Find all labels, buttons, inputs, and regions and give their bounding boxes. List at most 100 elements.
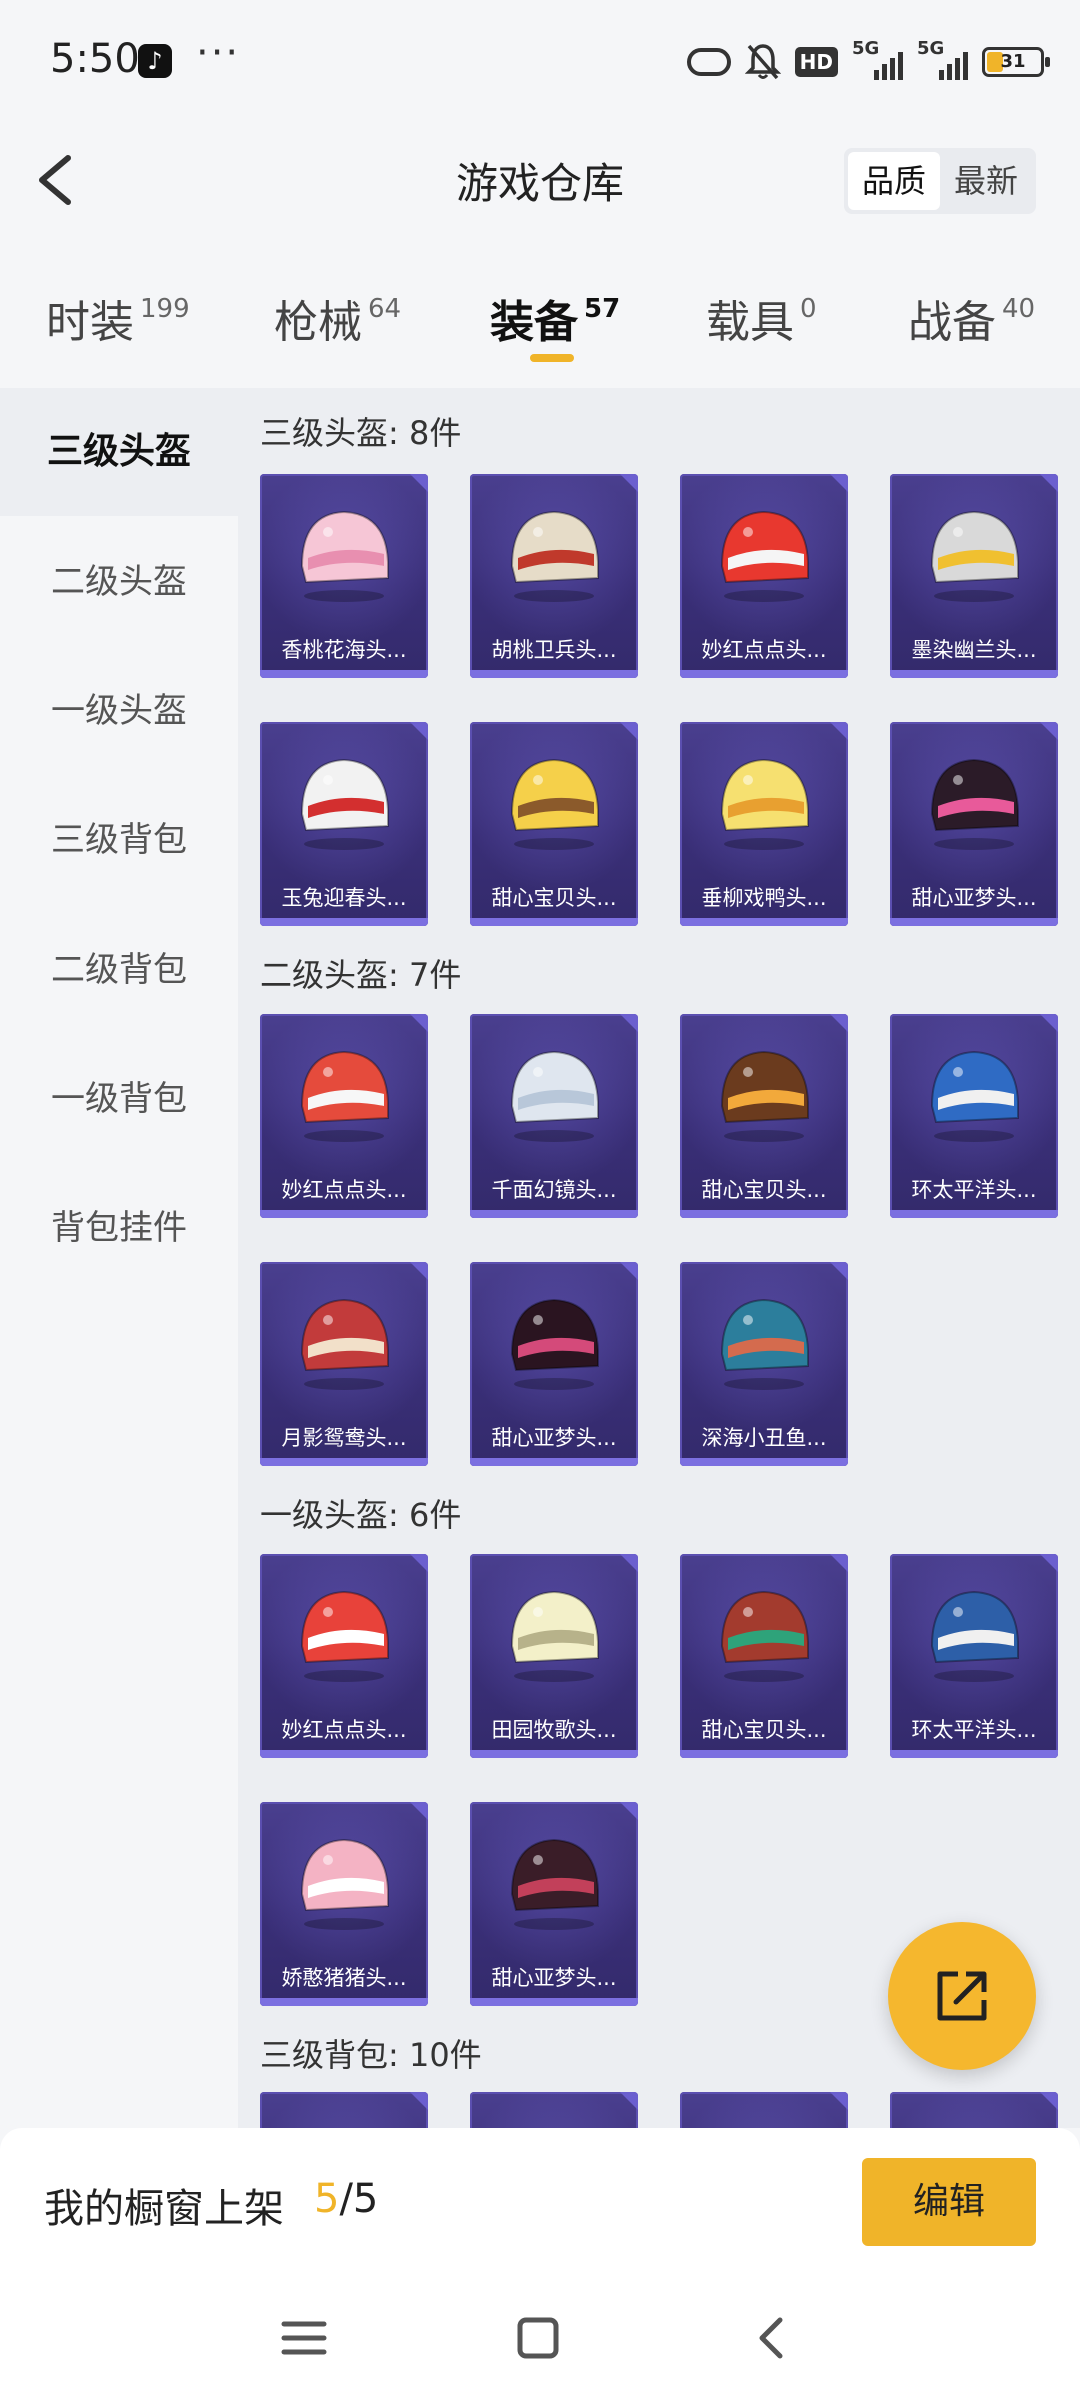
signal-icon: 5G bbox=[852, 38, 903, 80]
helmet-icon bbox=[930, 510, 1019, 602]
sidebar-item-lv2-helmet[interactable]: 二级头盔 bbox=[0, 518, 238, 646]
item-name: 玉兔迎春头... bbox=[281, 886, 407, 910]
tab-guns[interactable]: 枪械 64 bbox=[274, 286, 401, 350]
item-name: 田园牧歌头... bbox=[491, 1718, 617, 1742]
status-more-dots: ··· bbox=[196, 30, 241, 76]
helmet-icon bbox=[300, 1050, 389, 1142]
item-card[interactable]: 垂柳戏鸭头... bbox=[680, 722, 848, 926]
item-card[interactable] bbox=[260, 2092, 428, 2128]
status-icons: HD 5G 5G 31 bbox=[686, 38, 1050, 84]
item-name: 娇憨猪猪头... bbox=[281, 1966, 407, 1990]
home-square-icon bbox=[517, 2317, 559, 2359]
helmet-icon bbox=[300, 510, 389, 602]
item-name: 胡桃卫兵头... bbox=[491, 638, 617, 662]
item-card[interactable]: 甜心亚梦头... bbox=[470, 1802, 638, 2006]
system-nav-bar bbox=[0, 2278, 1080, 2403]
item-card[interactable]: 甜心宝贝头... bbox=[680, 1554, 848, 1758]
tab-equipment[interactable]: 装备 57 bbox=[490, 286, 620, 350]
share-fab-button[interactable] bbox=[888, 1922, 1036, 2070]
item-card[interactable]: 胡桃卫兵头... bbox=[470, 474, 638, 678]
item-card[interactable] bbox=[470, 2092, 638, 2128]
system-back-button[interactable] bbox=[742, 2308, 802, 2368]
menu-button[interactable] bbox=[274, 2308, 334, 2368]
battery-icon: 31 bbox=[982, 47, 1050, 77]
item-card[interactable]: 妙红点点头... bbox=[260, 1014, 428, 1218]
item-name: 妙红点点头... bbox=[701, 638, 827, 662]
category-tabs: 时装 199 枪械 64 装备 57 载具 0 战备 40 bbox=[0, 250, 1080, 380]
helmet-icon bbox=[300, 1590, 389, 1682]
item-name: 垂柳戏鸭头... bbox=[701, 886, 827, 910]
helmet-icon bbox=[300, 1298, 389, 1390]
section-title: 二级头盔: 7件 bbox=[260, 956, 462, 994]
helmet-icon bbox=[930, 758, 1019, 850]
signal-icon-2: 5G bbox=[917, 38, 968, 80]
helmet-icon bbox=[720, 1590, 809, 1682]
tab-fashion[interactable]: 时装 199 bbox=[46, 286, 190, 350]
showcase-count: 5/5 bbox=[314, 2176, 379, 2222]
tab-active-indicator bbox=[530, 354, 574, 362]
status-bar: 5:50 ♪ ··· HD 5G 5G 31 bbox=[0, 0, 1080, 120]
showcase-bar: 我的橱窗上架 5/5 编辑 bbox=[0, 2128, 1080, 2278]
sidebar: 三级头盔 二级头盔 一级头盔 三级背包 二级背包 一级背包 背包挂件 bbox=[0, 388, 238, 2128]
helmet-icon bbox=[720, 758, 809, 850]
helmet-icon bbox=[300, 758, 389, 850]
item-name: 甜心宝贝头... bbox=[701, 1178, 827, 1202]
header: 游戏仓库 品质 最新 bbox=[0, 120, 1080, 240]
sidebar-item-backpack-charm[interactable]: 背包挂件 bbox=[0, 1164, 238, 1292]
link-icon bbox=[686, 48, 731, 76]
tab-vehicles[interactable]: 载具 0 bbox=[706, 286, 817, 350]
item-grid: 三级头盔: 8件 二级头盔: 7件 一级头盔: 6件 三级背包: 10件 香桃花… bbox=[238, 388, 1080, 2128]
helmet-icon bbox=[510, 758, 599, 850]
item-name: 深海小丑鱼... bbox=[701, 1426, 827, 1450]
item-card[interactable] bbox=[680, 2092, 848, 2128]
helmet-icon bbox=[930, 1590, 1019, 1682]
helmet-icon bbox=[300, 1838, 389, 1930]
showcase-label: 我的橱窗上架 bbox=[44, 2186, 284, 2232]
tiktok-icon: ♪ bbox=[138, 44, 172, 78]
helmet-icon bbox=[720, 1050, 809, 1142]
item-name: 墨染幽兰头... bbox=[911, 638, 1037, 662]
mute-bell-icon bbox=[744, 42, 781, 82]
item-card[interactable]: 月影鸳鸯头... bbox=[260, 1262, 428, 1466]
item-card[interactable]: 千面幻镜头... bbox=[470, 1014, 638, 1218]
item-card[interactable]: 环太平洋头... bbox=[890, 1014, 1058, 1218]
sidebar-item-lv2-backpack[interactable]: 二级背包 bbox=[0, 906, 238, 1034]
item-card[interactable]: 田园牧歌头... bbox=[470, 1554, 638, 1758]
item-card[interactable] bbox=[890, 2092, 1058, 2128]
section-title: 三级头盔: 8件 bbox=[260, 414, 462, 452]
sidebar-item-lv3-backpack[interactable]: 三级背包 bbox=[0, 776, 238, 904]
sort-quality-button[interactable]: 品质 bbox=[848, 152, 940, 210]
sidebar-item-lv3-helmet[interactable]: 三级头盔 bbox=[0, 388, 238, 516]
item-card[interactable]: 深海小丑鱼... bbox=[680, 1262, 848, 1466]
item-card[interactable]: 玉兔迎春头... bbox=[260, 722, 428, 926]
sidebar-item-lv1-helmet[interactable]: 一级头盔 bbox=[0, 647, 238, 775]
menu-icon bbox=[281, 2321, 327, 2355]
item-name: 妙红点点头... bbox=[281, 1718, 407, 1742]
item-card[interactable]: 甜心宝贝头... bbox=[470, 722, 638, 926]
item-name: 甜心宝贝头... bbox=[491, 886, 617, 910]
section-title: 一级头盔: 6件 bbox=[260, 1496, 462, 1534]
item-card[interactable]: 妙红点点头... bbox=[680, 474, 848, 678]
home-button[interactable] bbox=[508, 2308, 568, 2368]
item-card[interactable]: 妙红点点头... bbox=[260, 1554, 428, 1758]
item-card[interactable]: 墨染幽兰头... bbox=[890, 474, 1058, 678]
item-card[interactable]: 甜心亚梦头... bbox=[890, 722, 1058, 926]
item-name: 环太平洋头... bbox=[911, 1718, 1037, 1742]
item-card[interactable]: 甜心宝贝头... bbox=[680, 1014, 848, 1218]
helmet-icon bbox=[510, 1590, 599, 1682]
sort-newest-button[interactable]: 最新 bbox=[940, 152, 1032, 210]
helmet-icon bbox=[510, 1298, 599, 1390]
item-card[interactable]: 娇憨猪猪头... bbox=[260, 1802, 428, 2006]
item-card[interactable]: 香桃花海头... bbox=[260, 474, 428, 678]
helmet-icon bbox=[510, 1050, 599, 1142]
item-name: 月影鸳鸯头... bbox=[281, 1426, 407, 1450]
item-card[interactable]: 环太平洋头... bbox=[890, 1554, 1058, 1758]
item-card[interactable]: 甜心亚梦头... bbox=[470, 1262, 638, 1466]
item-name: 甜心亚梦头... bbox=[911, 886, 1037, 910]
helmet-icon bbox=[720, 510, 809, 602]
sidebar-item-lv1-backpack[interactable]: 一级背包 bbox=[0, 1035, 238, 1163]
tab-supplies[interactable]: 战备 40 bbox=[908, 286, 1035, 350]
helmet-icon bbox=[510, 1838, 599, 1930]
item-name: 环太平洋头... bbox=[911, 1178, 1037, 1202]
edit-button[interactable]: 编辑 bbox=[862, 2158, 1036, 2246]
